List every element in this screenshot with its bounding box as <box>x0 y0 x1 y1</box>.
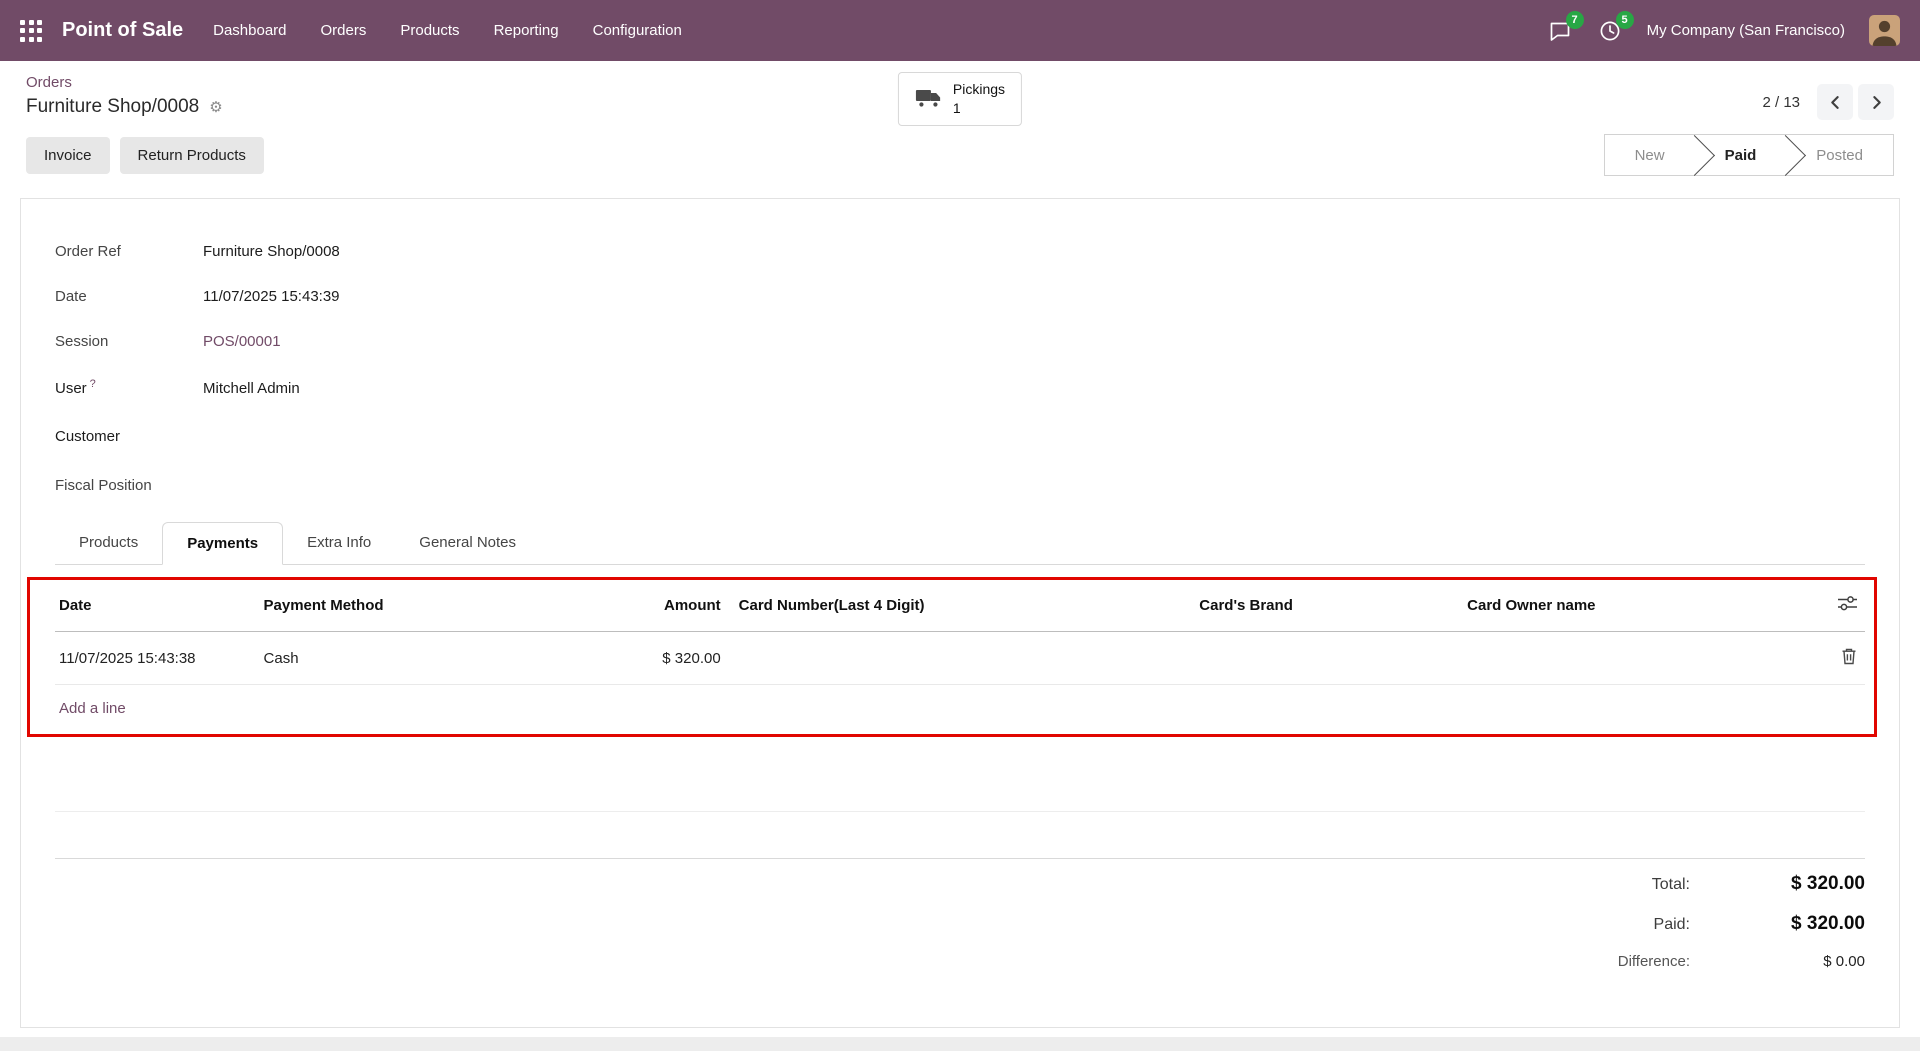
return-products-button[interactable]: Return Products <box>120 137 264 174</box>
page-background-strip <box>0 1037 1920 1051</box>
order-ref-label: Order Ref <box>55 243 203 260</box>
pager-previous-button[interactable] <box>1817 84 1853 120</box>
menu-products[interactable]: Products <box>400 22 459 39</box>
messages-count-badge: 7 <box>1566 11 1584 29</box>
app-name[interactable]: Point of Sale <box>62 19 183 42</box>
invoice-button[interactable]: Invoice <box>26 137 110 174</box>
page-title: Furniture Shop/0008 <box>26 96 199 118</box>
pickings-count: 1 <box>953 100 961 116</box>
action-gear-icon[interactable]: ⚙ <box>209 98 222 116</box>
payment-date-cell: 11/07/2025 15:43:38 <box>55 632 260 685</box>
add-a-line-row: Add a line <box>55 685 1865 734</box>
payment-card-brand-cell <box>1195 632 1463 685</box>
chevron-left-icon <box>1828 95 1843 110</box>
payment-amount-cell: $ 320.00 <box>531 632 725 685</box>
customer-label: Customer <box>55 428 203 445</box>
total-label: Total: <box>1652 876 1690 894</box>
column-header-date[interactable]: Date <box>55 580 260 632</box>
total-row: Total: $ 320.00 <box>1652 873 1865 895</box>
user-avatar[interactable] <box>1869 15 1900 46</box>
control-panel-top: Orders Furniture Shop/0008 ⚙ Pickings 1 … <box>0 61 1920 124</box>
tab-products[interactable]: Products <box>55 522 162 564</box>
menu-dashboard[interactable]: Dashboard <box>213 22 286 39</box>
column-header-card-brand[interactable]: Card's Brand <box>1195 580 1463 632</box>
avatar-silhouette-icon <box>1869 15 1900 46</box>
difference-label: Difference: <box>1618 953 1690 970</box>
total-value: $ 320.00 <box>1690 873 1865 895</box>
field-user: User? Mitchell Admin <box>55 378 1865 397</box>
payment-method-cell: Cash <box>260 632 532 685</box>
menu-configuration[interactable]: Configuration <box>593 22 682 39</box>
trash-icon <box>1841 647 1857 665</box>
control-panel-buttons: Invoice Return Products New Paid Posted <box>0 124 1920 198</box>
order-ref-value[interactable]: Furniture Shop/0008 <box>203 243 340 260</box>
payment-card-number-cell <box>725 632 1196 685</box>
optional-columns-button[interactable] <box>1789 580 1865 632</box>
breadcrumb-orders-link[interactable]: Orders <box>26 74 72 91</box>
tab-extra-info[interactable]: Extra Info <box>283 522 395 564</box>
top-navbar: Point of Sale Dashboard Orders Products … <box>0 0 1920 61</box>
user-label: User? <box>55 378 203 397</box>
field-fiscal-position: Fiscal Position <box>55 477 1865 495</box>
apps-grid-icon <box>20 20 42 42</box>
pickings-label: Pickings <box>953 81 1005 97</box>
pager-next-button[interactable] <box>1858 84 1894 120</box>
date-value[interactable]: 11/07/2025 15:43:39 <box>203 288 340 305</box>
messages-button[interactable]: 7 <box>1547 18 1573 44</box>
delete-row-button[interactable] <box>1789 632 1865 685</box>
column-header-card-number[interactable]: Card Number(Last 4 Digit) <box>725 580 1196 632</box>
notebook-tabs: Products Payments Extra Info General Not… <box>55 522 1865 565</box>
date-label: Date <box>55 288 203 305</box>
user-value[interactable]: Mitchell Admin <box>203 380 300 397</box>
main-menu: Dashboard Orders Products Reporting Conf… <box>213 22 682 39</box>
pickings-smart-button[interactable]: Pickings 1 <box>898 72 1022 126</box>
payments-table: Date Payment Method Amount Card Number(L… <box>55 580 1865 685</box>
help-icon: ? <box>90 378 96 390</box>
statusbar: New Paid Posted <box>1604 134 1894 176</box>
difference-value: $ 0.00 <box>1690 953 1865 970</box>
section-divider <box>55 811 1865 812</box>
column-header-card-owner[interactable]: Card Owner name <box>1463 580 1789 632</box>
field-session: Session POS/00001 <box>55 333 1865 351</box>
column-header-amount[interactable]: Amount <box>531 580 725 632</box>
tab-payments[interactable]: Payments <box>162 522 283 565</box>
annotation-rectangle: Date Payment Method Amount Card Number(L… <box>27 577 1877 737</box>
payments-header-row: Date Payment Method Amount Card Number(L… <box>55 580 1865 632</box>
menu-reporting[interactable]: Reporting <box>494 22 559 39</box>
chevron-right-icon <box>1869 95 1884 110</box>
breadcrumb: Orders Furniture Shop/0008 ⚙ <box>26 74 223 118</box>
field-date: Date 11/07/2025 15:43:39 <box>55 288 1865 306</box>
sliders-icon <box>1838 595 1857 612</box>
activities-count-badge: 5 <box>1616 11 1634 29</box>
activities-button[interactable]: 5 <box>1597 18 1623 44</box>
pos-order-form-page: Point of Sale Dashboard Orders Products … <box>0 0 1920 1051</box>
form-sheet: Order Ref Furniture Shop/0008 Date 11/07… <box>20 198 1900 1028</box>
session-link[interactable]: POS/00001 <box>203 333 281 350</box>
payment-row[interactable]: 11/07/2025 15:43:38 Cash $ 320.00 <box>55 632 1865 685</box>
fiscal-position-label: Fiscal Position <box>55 477 203 494</box>
apps-menu-button[interactable] <box>10 10 52 52</box>
add-a-line-link[interactable]: Add a line <box>59 700 126 717</box>
paid-label: Paid: <box>1654 916 1690 934</box>
statusbar-step-new[interactable]: New <box>1605 135 1695 175</box>
totals-divider <box>55 858 1865 859</box>
paid-row: Paid: $ 320.00 <box>1654 913 1865 935</box>
navbar-right-section: 7 5 My Company (San Francisco) <box>1547 15 1900 46</box>
truck-icon <box>915 88 942 109</box>
record-pager: 2 / 13 <box>1762 74 1894 120</box>
payment-card-owner-cell <box>1463 632 1789 685</box>
field-customer: Customer <box>55 428 1865 446</box>
column-header-payment-method[interactable]: Payment Method <box>260 580 532 632</box>
tab-general-notes[interactable]: General Notes <box>395 522 540 564</box>
pager-value[interactable]: 2 / 13 <box>1762 94 1800 111</box>
session-label: Session <box>55 333 203 350</box>
difference-row: Difference: $ 0.00 <box>1618 953 1865 970</box>
company-switcher[interactable]: My Company (San Francisco) <box>1647 22 1845 39</box>
field-order-ref: Order Ref Furniture Shop/0008 <box>55 243 1865 261</box>
menu-orders[interactable]: Orders <box>321 22 367 39</box>
paid-value: $ 320.00 <box>1690 913 1865 935</box>
order-totals: Total: $ 320.00 Paid: $ 320.00 Differenc… <box>55 873 1865 988</box>
